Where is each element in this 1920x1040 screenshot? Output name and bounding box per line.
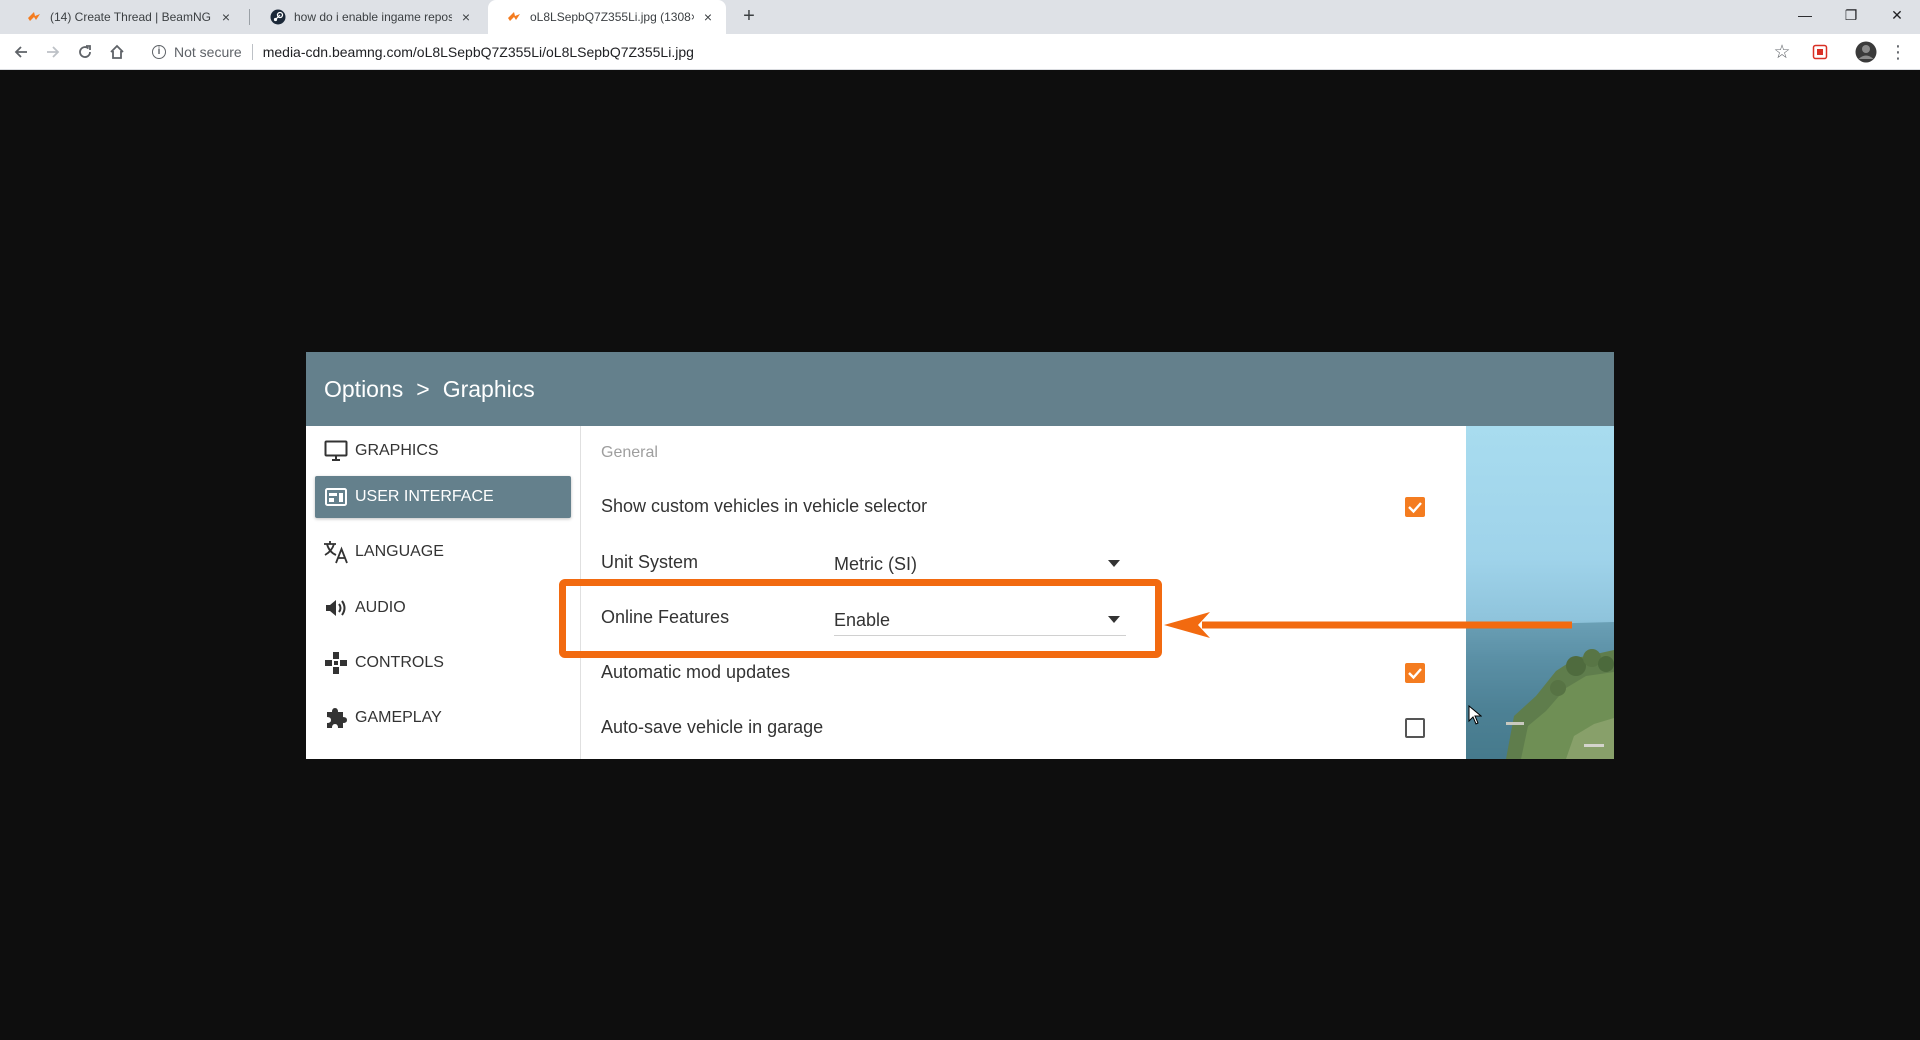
checkmark-icon [1408, 668, 1422, 680]
tab-steam-question[interactable]: how do i enable ingame reposito × [252, 0, 484, 34]
extension-icon [1812, 44, 1828, 60]
url-text[interactable]: media-cdn.beamng.com/oL8LSepbQ7Z355Li/oL… [263, 44, 694, 60]
tab-title: (14) Create Thread | BeamNG [50, 10, 211, 24]
back-button[interactable] [9, 40, 33, 64]
forward-button[interactable] [41, 40, 65, 64]
unit-system-value: Metric (SI) [834, 554, 917, 574]
island-scenery [1466, 622, 1614, 759]
options-header: Options > Graphics [306, 352, 1614, 426]
address-bar[interactable]: i Not secure media-cdn.beamng.com/oL8LSe… [142, 38, 1778, 66]
auto-save-vehicle-checkbox[interactable] [1405, 718, 1425, 738]
screenshot-image: Options > Graphics GRAPHICS USER INTERFA… [306, 352, 1614, 759]
sidebar-item-audio[interactable]: AUDIO [315, 587, 571, 629]
breadcrumb-current: Graphics [442, 375, 535, 402]
bookmark-star-icon[interactable]: ☆ [1770, 40, 1794, 64]
sidebar-item-controls[interactable]: CONTROLS [315, 642, 571, 684]
auto-mod-updates-checkbox[interactable] [1405, 663, 1425, 683]
unit-system-label: Unit System [601, 552, 699, 572]
online-features-highlight [559, 579, 1162, 658]
steam-icon [270, 9, 286, 25]
extension-button[interactable] [1808, 40, 1832, 64]
sidebar-item-language[interactable]: LANGUAGE [315, 531, 571, 573]
sidebar-item-graphics[interactable]: GRAPHICS [315, 430, 571, 472]
options-sidebar: GRAPHICS USER INTERFACE LANGUAGE AUDIO C… [306, 426, 581, 759]
custom-vehicles-label: Show custom vehicles in vehicle selector [601, 496, 928, 516]
close-tab-icon[interactable]: × [458, 9, 474, 25]
pointer-arrow-icon [1164, 612, 1572, 638]
omnibox-divider [251, 44, 253, 60]
restore-button[interactable]: ❐ [1828, 0, 1874, 30]
tab-title: how do i enable ingame reposito [294, 10, 452, 24]
custom-vehicles-checkbox[interactable] [1405, 497, 1425, 517]
home-button[interactable] [105, 40, 129, 64]
close-tab-icon[interactable]: × [700, 9, 716, 25]
profile-avatar[interactable] [1854, 40, 1878, 64]
sidebar-item-label: USER INTERFACE [355, 488, 494, 505]
sidebar-item-label: GAMEPLAY [355, 709, 442, 726]
sidebar-item-label: AUDIO [355, 599, 406, 616]
sidebar-item-label: LANGUAGE [355, 543, 444, 560]
tab-strip: (14) Create Thread | BeamNG × how do i e… [0, 0, 1920, 34]
reload-button[interactable] [73, 40, 97, 64]
security-status: Not secure [174, 44, 242, 60]
tab-divider [249, 9, 250, 25]
monitor-icon [323, 438, 349, 464]
ui-layout-icon [323, 484, 349, 510]
new-tab-button[interactable]: + [737, 5, 761, 29]
beamng-icon [26, 9, 42, 25]
close-tab-icon[interactable]: × [218, 9, 234, 25]
browser-menu-icon[interactable]: ⋮ [1886, 40, 1910, 64]
home-icon [110, 44, 124, 59]
sidebar-item-gameplay[interactable]: GAMEPLAY [315, 697, 571, 739]
close-window-button[interactable]: ✕ [1874, 0, 1920, 30]
gamepad-icon [323, 650, 349, 676]
site-info-icon[interactable]: i [152, 45, 166, 59]
tab-image[interactable]: oL8LSepbQ7Z355Li.jpg (1308×40 × [488, 0, 726, 34]
minimize-button[interactable]: — [1782, 0, 1828, 30]
beamng-icon [506, 9, 522, 25]
unit-system-select[interactable]: Metric (SI) [834, 550, 1126, 580]
speaker-icon [323, 595, 349, 621]
mouse-cursor-icon [1468, 705, 1482, 725]
reload-icon [79, 45, 91, 58]
tab-create-thread[interactable]: (14) Create Thread | BeamNG × [8, 0, 244, 34]
avatar-icon [1855, 41, 1877, 63]
back-arrow-icon [14, 46, 27, 58]
forward-arrow-icon [47, 46, 60, 58]
section-heading: General [601, 444, 658, 461]
browser-toolbar: i Not secure media-cdn.beamng.com/oL8LSe… [0, 34, 1920, 70]
background-landscape [1466, 426, 1614, 759]
breadcrumb-separator: > [416, 375, 430, 402]
sidebar-item-label: GRAPHICS [355, 442, 439, 459]
tab-title: oL8LSepbQ7Z355Li.jpg (1308×40 [530, 10, 694, 24]
auto-save-vehicle-label: Auto-save vehicle in garage [601, 717, 824, 737]
checkmark-icon [1408, 502, 1422, 514]
dropdown-arrow-icon [1108, 560, 1120, 567]
puzzle-icon [323, 705, 349, 731]
breadcrumb-root[interactable]: Options [324, 376, 403, 403]
sidebar-item-label: CONTROLS [355, 654, 444, 671]
translate-icon [323, 539, 349, 565]
sidebar-item-user-interface[interactable]: USER INTERFACE [315, 476, 571, 518]
auto-mod-updates-label: Automatic mod updates [601, 662, 791, 682]
